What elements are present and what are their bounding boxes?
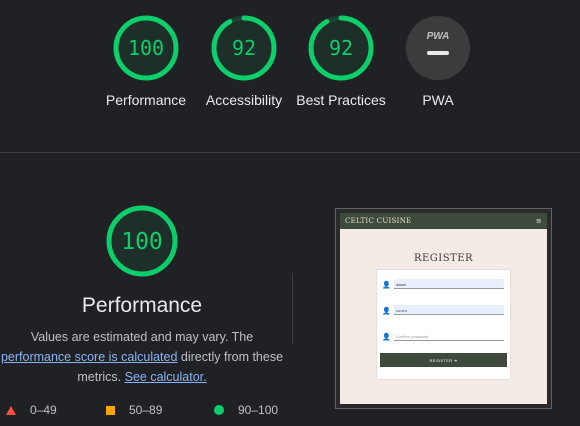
performance-description: Values are estimated and may vary. The p…: [0, 327, 284, 387]
gauge-pwa[interactable]: PWA PWA: [390, 14, 486, 110]
see-calculator-link[interactable]: See calculator.: [125, 370, 207, 384]
pwa-badge-icon: PWA: [406, 16, 470, 80]
screenshot-username-field: 👤 adam: [382, 279, 504, 291]
gauge-best-practices[interactable]: 92 Best Practices: [293, 14, 389, 110]
performance-large-value: 100: [121, 229, 163, 255]
performance-score-value: 100: [128, 36, 164, 60]
performance-score-link[interactable]: performance score is calculated: [1, 350, 177, 364]
hamburger-icon: ≡: [535, 217, 542, 225]
screenshot-password-field: 👤 ••••••••: [382, 305, 504, 317]
accessibility-gauge-label: Accessibility: [205, 92, 283, 108]
screenshot-confirm-field: 👤 Confirm password: [382, 331, 504, 343]
screenshot-username-value: adam: [394, 279, 504, 289]
screenshot-confirm-placeholder: Confirm password: [394, 331, 504, 341]
performance-title: Performance: [81, 294, 203, 317]
screenshot-brand: CELTIC CUISINE: [345, 217, 412, 225]
pwa-badge-text: PWA: [427, 31, 450, 42]
screenshot-heading: REGISTER: [413, 253, 474, 264]
legend-average: 50–89: [106, 403, 162, 417]
best-practices-gauge-label: Best Practices: [296, 92, 386, 108]
performance-gauge-label: Performance: [105, 92, 187, 108]
pwa-gauge-label: PWA: [422, 92, 454, 108]
score-legend: 0–49 50–89 90–100: [0, 403, 290, 419]
gauge-performance[interactable]: 100 Performance: [98, 14, 194, 110]
performance-gauge-ring: 100: [113, 15, 179, 81]
screenshot-register-card: 👤 adam 👤 •••••••• 👤 Confirm password REG…: [377, 270, 510, 379]
accessibility-score-value: 92: [232, 36, 256, 60]
legend-fail-range: 0–49: [30, 403, 57, 417]
legend-average-range: 50–89: [129, 403, 163, 417]
accessibility-gauge-ring: 92: [211, 15, 277, 81]
screenshot-page: CELTIC CUISINE ≡ REGISTER 👤 adam 👤 •••••…: [340, 213, 547, 404]
triangle-icon: [6, 405, 16, 415]
screenshot-navbar: CELTIC CUISINE ≡: [340, 213, 547, 229]
performance-summary: 100 Performance Values are estimated and…: [0, 204, 284, 387]
gauge-accessibility[interactable]: 92 Accessibility: [196, 14, 292, 110]
legend-pass: 90–100: [214, 403, 278, 417]
final-screenshot[interactable]: CELTIC CUISINE ≡ REGISTER 👤 adam 👤 •••••…: [335, 208, 552, 409]
screenshot-register-button: REGISTER ➜: [380, 353, 507, 367]
section-divider: [0, 152, 580, 153]
screenshot-password-value: ••••••••: [394, 305, 504, 315]
legend-pass-range: 90–100: [238, 403, 279, 417]
category-gauges: 100 Performance 92 Accessibility 92 Best…: [0, 14, 580, 144]
vertical-divider: [292, 273, 293, 344]
desc-text-1: Values are estimated and may vary. The: [30, 330, 254, 344]
user-icon: 👤: [382, 282, 391, 289]
performance-large-gauge: 100: [106, 205, 178, 277]
legend-fail: 0–49: [6, 403, 57, 417]
user-icon: 👤: [382, 334, 391, 341]
best-practices-gauge-ring: 92: [308, 15, 374, 81]
square-icon: [106, 405, 115, 415]
circle-icon: [214, 405, 224, 415]
best-practices-score-value: 92: [329, 36, 353, 60]
user-icon: 👤: [382, 308, 391, 315]
